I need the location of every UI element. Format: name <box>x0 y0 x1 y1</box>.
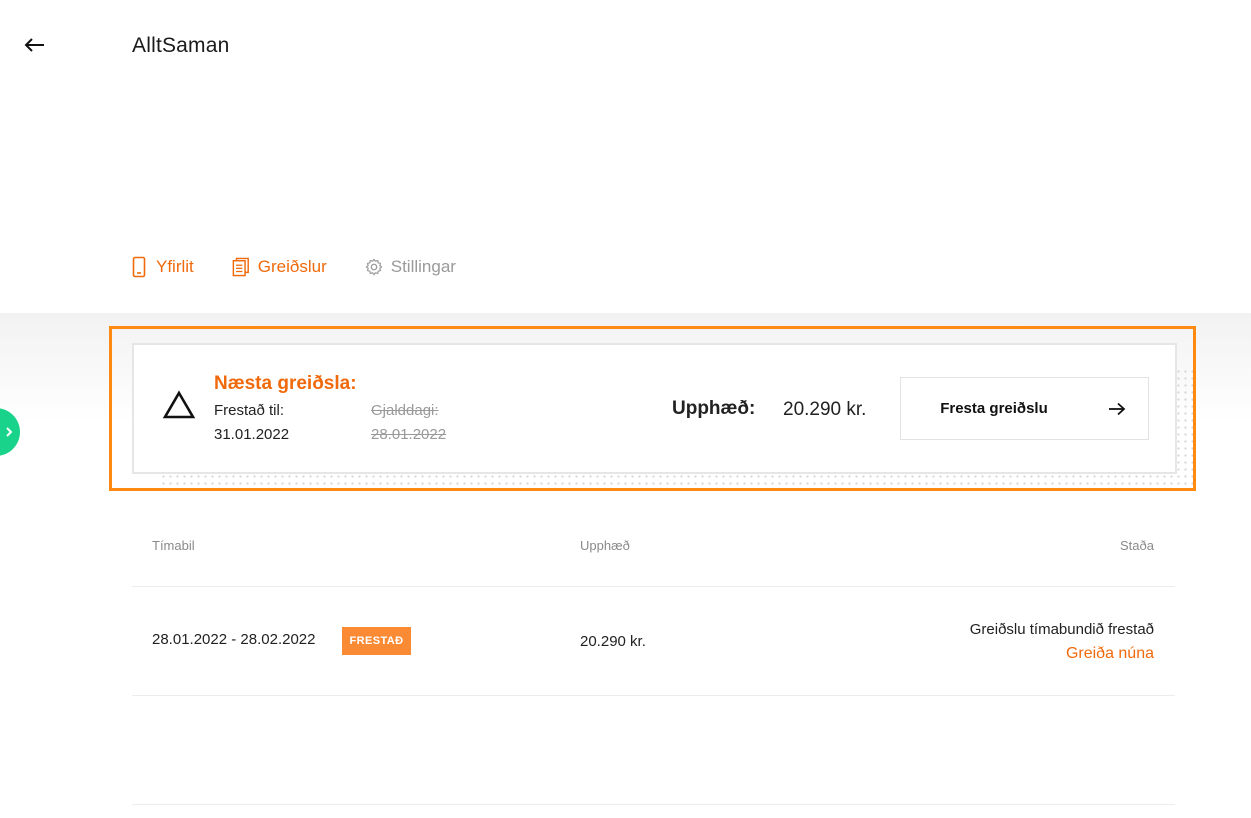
row-amount: 20.290 kr. <box>580 633 646 650</box>
phone-icon <box>130 256 148 278</box>
tab-greidslur[interactable]: Greiðslur <box>232 256 327 278</box>
row-status: Greiðslu tímabundið frestað <box>969 621 1154 638</box>
tab-stillingar[interactable]: Stillingar <box>365 256 456 278</box>
column-header-status: Staða <box>1120 538 1154 553</box>
column-header-amount: Upphæð <box>580 538 630 553</box>
page-title: AlltSaman <box>132 34 230 57</box>
invoice-icon <box>232 256 250 278</box>
status-badge: FRESTAÐ <box>342 627 411 655</box>
table-divider <box>132 804 1175 805</box>
pay-now-link[interactable]: Greiða núna <box>1066 645 1154 663</box>
chevron-right-icon <box>6 427 13 437</box>
highlight-frame <box>109 326 1196 491</box>
page-header: AlltSaman Yfirlit Greiðslur Stillingar <box>0 0 1251 313</box>
table-divider <box>132 586 1175 587</box>
tab-label: Stillingar <box>390 257 456 276</box>
back-button[interactable] <box>22 32 48 58</box>
tab-yfirlit[interactable]: Yfirlit <box>130 256 194 278</box>
arrow-left-icon <box>24 38 44 52</box>
tab-bar: Yfirlit Greiðslur Stillingar <box>130 256 494 278</box>
column-header-period: Tímabil <box>152 538 195 553</box>
gear-icon <box>365 256 383 278</box>
tab-label: Greiðslur <box>257 257 327 276</box>
tab-label: Yfirlit <box>156 257 194 276</box>
row-period: 28.01.2022 - 28.02.2022 <box>152 631 316 648</box>
table-divider <box>132 695 1175 696</box>
